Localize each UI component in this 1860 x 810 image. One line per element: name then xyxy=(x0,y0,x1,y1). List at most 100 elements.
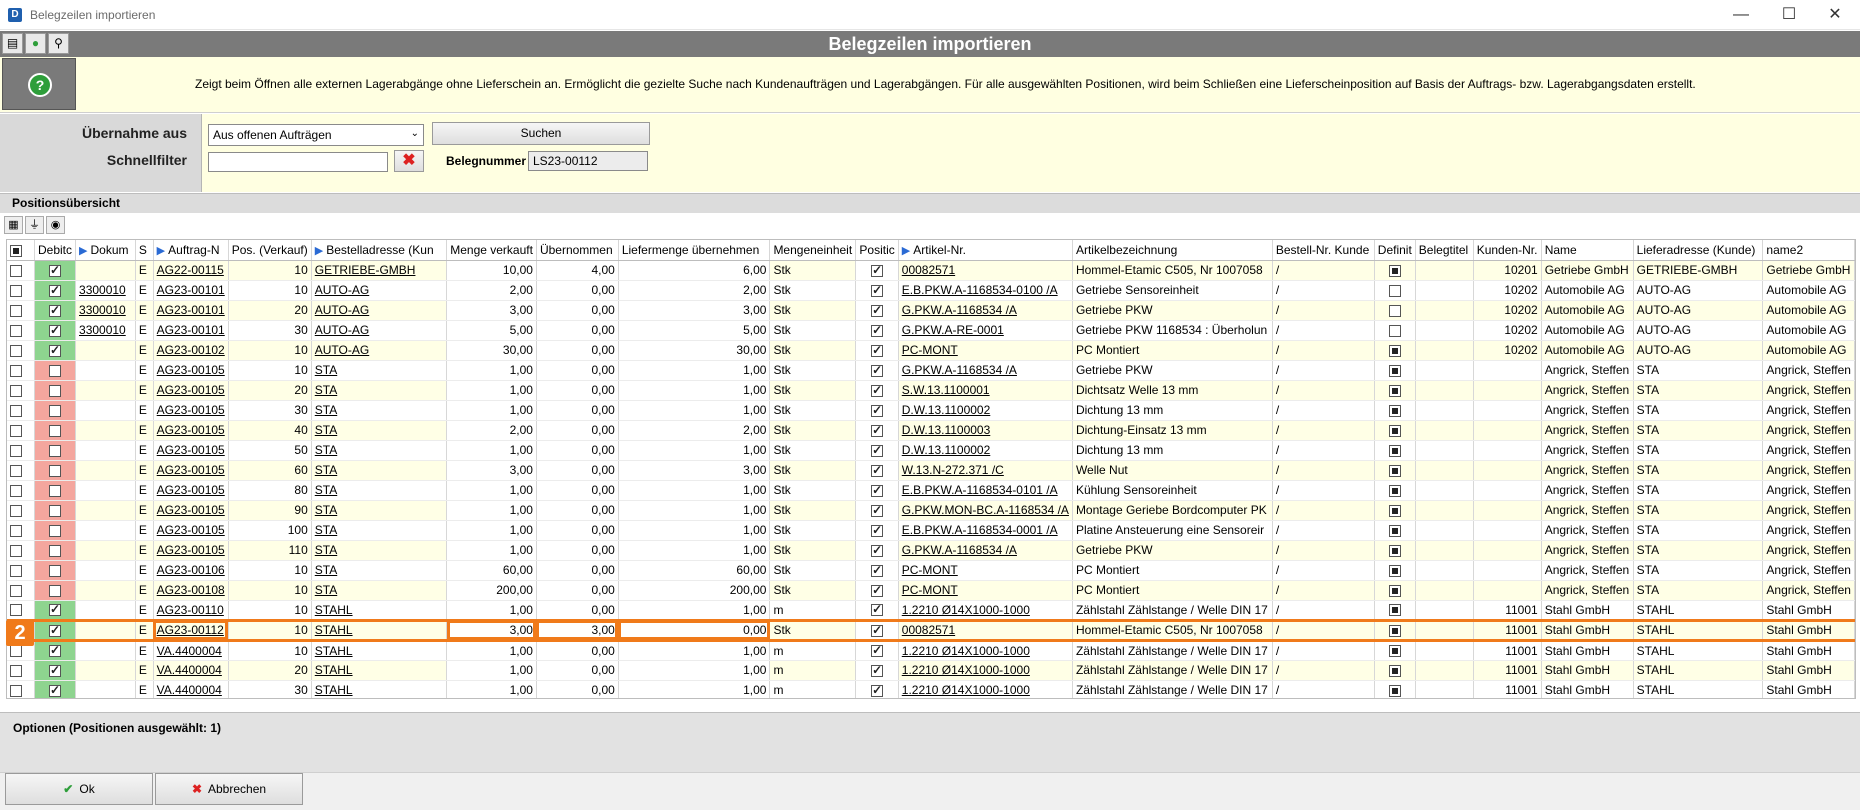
column-header[interactable]: Bestell-Nr. Kunde xyxy=(1272,240,1375,261)
schnellfilter-input[interactable] xyxy=(208,152,388,172)
grid-cell[interactable]: 1,00 xyxy=(446,600,537,621)
grid-cell[interactable]: G.PKW.MON-BC.A-1168534 /A xyxy=(898,500,1073,521)
position-checkbox[interactable] xyxy=(871,623,884,637)
grid-cell[interactable]: Automobile AG xyxy=(1762,300,1855,321)
grid-cell[interactable] xyxy=(1473,360,1542,381)
grid-cell[interactable] xyxy=(1415,460,1474,481)
grid-cell[interactable]: / xyxy=(1272,320,1375,341)
grid-cell[interactable] xyxy=(1374,420,1416,441)
grid-cell[interactable] xyxy=(1374,460,1416,481)
table-row[interactable]: 3300010 E AG23-00101 10 AUTO-AG 2,00 0,00 2,00 S… xyxy=(7,280,1855,301)
grid-cell[interactable] xyxy=(855,480,899,501)
table-row[interactable]: E VA.4400004 30 STAHL 1,00 0,00 1,00 m 1.2210 Ø1… xyxy=(7,680,1855,698)
grid-cell[interactable]: 11001 xyxy=(1473,660,1542,681)
column-header[interactable]: Pos. (Verkauf) xyxy=(228,240,312,261)
grid-cell[interactable] xyxy=(1415,580,1474,601)
debitor-checkbox[interactable] xyxy=(49,564,61,577)
grid-cell[interactable]: STA xyxy=(311,480,448,501)
debitor-checkbox[interactable] xyxy=(49,424,61,437)
grid-cell[interactable]: 3,00 xyxy=(536,618,619,642)
grid-cell[interactable]: 2,00 xyxy=(618,420,771,441)
minimize-button[interactable]: — xyxy=(1718,0,1764,30)
grid-cell[interactable]: 1,00 xyxy=(618,440,771,461)
grid-cell[interactable]: 1,00 xyxy=(618,660,771,681)
grid-cell[interactable] xyxy=(1374,300,1416,321)
grid-cell[interactable]: 1,00 xyxy=(446,520,537,541)
grid-cell[interactable]: AUTO-AG xyxy=(311,300,448,321)
grid-cell[interactable]: 0,00 xyxy=(536,320,619,341)
grid-cell[interactable] xyxy=(75,460,136,481)
grid-cell[interactable] xyxy=(855,640,899,661)
grid-cell[interactable] xyxy=(855,420,899,441)
grid-cell[interactable]: 00082571 xyxy=(898,618,1073,642)
grid-cell[interactable] xyxy=(75,520,136,541)
grid-cell[interactable]: 0,00 xyxy=(536,460,619,481)
search-button[interactable]: Suchen xyxy=(432,122,650,145)
grid-cell[interactable]: STAHL xyxy=(311,680,448,698)
grid-cell[interactable] xyxy=(855,540,899,561)
grid-cell[interactable]: Angrick, Steffen xyxy=(1762,380,1855,401)
position-checkbox[interactable] xyxy=(871,343,884,357)
grid-cell[interactable]: Stk xyxy=(769,320,857,341)
grid-cell[interactable]: AG23-00105 xyxy=(153,420,229,441)
table-row[interactable]: E AG23-00105 100 STA 1,00 0,00 1,00 Stk E.B.PKW.… xyxy=(7,520,1855,541)
grid-cell[interactable]: 0,00 xyxy=(536,680,619,698)
grid-cell[interactable]: Stk xyxy=(769,260,857,281)
grid-cell[interactable]: 10202 xyxy=(1473,280,1542,301)
grid-cell[interactable]: 100 xyxy=(228,520,312,541)
grid-cell[interactable]: Getriebe Sensoreinheit xyxy=(1072,280,1273,301)
row-select-checkbox[interactable] xyxy=(10,324,22,337)
grid-cell[interactable] xyxy=(1415,560,1474,581)
grid-cell[interactable]: 1,00 xyxy=(618,360,771,381)
debitor-checkbox[interactable] xyxy=(49,323,61,337)
grid-cell[interactable]: STA xyxy=(1633,520,1764,541)
grid-cell[interactable]: 0,00 xyxy=(536,440,619,461)
grid-cell[interactable]: STAHL xyxy=(311,600,448,621)
grid-cell[interactable]: 10 xyxy=(228,360,312,381)
table-row[interactable]: E AG23-00105 110 STA 1,00 0,00 1,00 Stk G.PKW.A-… xyxy=(7,540,1855,561)
grid-cell[interactable]: PC-MONT xyxy=(898,580,1073,601)
grid-cell[interactable]: Stahl GmbH xyxy=(1762,680,1855,698)
row-select-checkbox[interactable] xyxy=(10,544,22,557)
grid-cell[interactable]: 10 xyxy=(228,618,312,642)
definitive-checkbox[interactable] xyxy=(1388,584,1401,597)
grid-cell[interactable]: E xyxy=(135,660,154,681)
grid-cell[interactable]: 0,00 xyxy=(536,520,619,541)
cell-auftrag[interactable]: AG23-00101 xyxy=(157,323,225,337)
grid-cell[interactable]: 1,00 xyxy=(618,600,771,621)
debitor-checkbox[interactable] xyxy=(49,602,61,617)
grid-cell[interactable]: AUTO-AG xyxy=(311,340,448,361)
cell-bestell[interactable]: STA xyxy=(315,423,337,437)
grid-cell[interactable]: 3300010 xyxy=(75,280,136,301)
cell-bestell[interactable]: STAHL xyxy=(315,663,353,677)
grid-cell[interactable]: 0,00 xyxy=(536,340,619,361)
table-row[interactable]: E AG22-00115 10 GETRIEBE-GMBH 10,00 4,00 6,00 S… xyxy=(7,260,1855,281)
definitive-checkbox[interactable] xyxy=(1388,624,1401,637)
definitive-checkbox[interactable] xyxy=(1388,684,1401,697)
column-header[interactable]: Liefermenge übernehmen xyxy=(618,240,771,261)
definitive-checkbox[interactable] xyxy=(1388,324,1401,337)
definitive-checkbox[interactable] xyxy=(1388,444,1401,457)
grid-cell[interactable]: G.PKW.A-1168534 /A xyxy=(898,300,1073,321)
grid-cell[interactable]: AG23-00105 xyxy=(153,500,229,521)
grid-cell[interactable]: 1,00 xyxy=(446,440,537,461)
grid-cell[interactable] xyxy=(855,560,899,581)
grid-cell[interactable]: m xyxy=(769,660,857,681)
row-select-checkbox[interactable] xyxy=(10,364,22,377)
grid-cell[interactable]: E xyxy=(135,380,154,401)
cell-artikel[interactable]: W.13.N-272.371 /C xyxy=(902,463,1004,477)
grid-cell[interactable]: 10 xyxy=(228,580,312,601)
row-select-checkbox[interactable] xyxy=(10,664,22,677)
grid-cell[interactable]: G.PKW.A-RE-0001 xyxy=(898,320,1073,341)
definitive-checkbox[interactable] xyxy=(1388,645,1401,658)
filter-icon[interactable]: ⏚ xyxy=(25,216,44,234)
grid-cell[interactable]: Dichtung-Einsatz 13 mm xyxy=(1072,420,1273,441)
cell-artikel[interactable]: 1.2210 Ø14X1000-1000 xyxy=(902,683,1030,697)
grid-cell[interactable]: 1,00 xyxy=(618,640,771,661)
grid-cell[interactable]: AUTO-AG xyxy=(1633,340,1764,361)
grid-cell[interactable]: STAHL xyxy=(311,640,448,661)
table-row[interactable]: E AG23-00105 60 STA 3,00 0,00 3,00 Stk W.13.N-27… xyxy=(7,460,1855,481)
grid-cell[interactable]: 0,00 xyxy=(536,600,619,621)
grid-cell[interactable] xyxy=(855,340,899,361)
grid-cell[interactable]: Zählstahl Zählstange / Welle DIN 17 xyxy=(1072,640,1273,661)
